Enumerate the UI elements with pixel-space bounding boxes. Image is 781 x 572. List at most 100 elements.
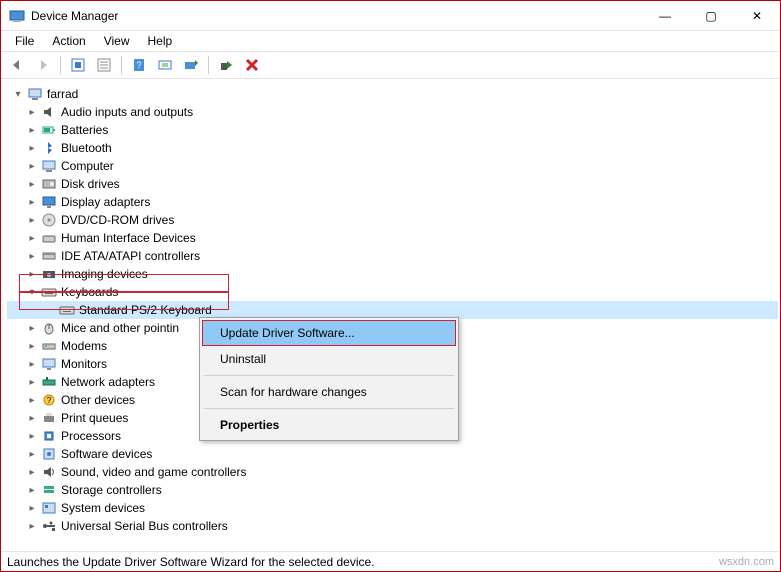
update-driver-icon[interactable]: [179, 53, 203, 77]
category-label: Print queues: [61, 411, 128, 425]
expand-icon[interactable]: ▸: [25, 431, 39, 442]
expand-icon[interactable]: ▸: [25, 395, 39, 406]
device-icon: [41, 194, 57, 210]
uninstall-icon[interactable]: [240, 53, 264, 77]
device-icon: [41, 320, 57, 336]
device-icon: [41, 338, 57, 354]
maximize-button[interactable]: ▢: [688, 1, 734, 31]
category-label: Human Interface Devices: [61, 231, 196, 245]
tree-category-imaging-devices[interactable]: ▸Imaging devices: [7, 265, 778, 283]
tree-category-system-devices[interactable]: ▸System devices: [7, 499, 778, 517]
context-menu: Update Driver Software... Uninstall Scan…: [199, 317, 459, 441]
expand-icon[interactable]: ▸: [25, 485, 39, 496]
svg-text:?: ?: [47, 396, 52, 405]
expand-icon[interactable]: ▸: [25, 269, 39, 280]
expand-icon[interactable]: ▸: [25, 161, 39, 172]
device-icon: [41, 122, 57, 138]
expand-icon[interactable]: ▸: [25, 107, 39, 118]
expand-icon[interactable]: ▸: [25, 143, 39, 154]
device-icon: [41, 266, 57, 282]
expand-icon[interactable]: ▸: [25, 179, 39, 190]
expand-icon[interactable]: ▸: [25, 359, 39, 370]
category-label: Other devices: [61, 393, 135, 407]
ctx-update-driver[interactable]: Update Driver Software...: [202, 320, 456, 346]
expand-icon[interactable]: ▸: [25, 377, 39, 388]
tree-category-batteries[interactable]: ▸Batteries: [7, 121, 778, 139]
category-label: Mice and other pointin: [61, 321, 179, 335]
device-icon: [41, 176, 57, 192]
tree-category-human-interface-devices[interactable]: ▸ Human Interface Devices: [7, 229, 778, 247]
ctx-scan[interactable]: Scan for hardware changes: [202, 379, 456, 405]
menu-file[interactable]: File: [7, 32, 42, 50]
device-icon: [41, 140, 57, 156]
expand-icon[interactable]: ▸: [25, 251, 39, 262]
expand-icon[interactable]: ▸: [25, 233, 39, 244]
tree-category-sound-video-and-game-controllers[interactable]: ▸ Sound, video and game controllers: [7, 463, 778, 481]
collapse-icon[interactable]: ▾: [11, 89, 25, 100]
category-label: Display adapters: [61, 195, 150, 209]
svg-text:?: ?: [136, 60, 141, 70]
tree-category-ide-ata-atapi-controllers[interactable]: ▸IDE ATA/ATAPI controllers: [7, 247, 778, 265]
enable-icon[interactable]: [214, 53, 238, 77]
category-label: Computer: [61, 159, 114, 173]
category-label: Sound, video and game controllers: [61, 465, 246, 479]
expand-icon[interactable]: ▸: [25, 341, 39, 352]
tree-category-bluetooth[interactable]: ▸Bluetooth: [7, 139, 778, 157]
expand-icon[interactable]: ▸: [25, 125, 39, 136]
expand-icon[interactable]: ▸: [25, 215, 39, 226]
category-label: Storage controllers: [61, 483, 162, 497]
properties-icon[interactable]: [92, 53, 116, 77]
tree-category-disk-drives[interactable]: ▸ Disk drives: [7, 175, 778, 193]
category-label: Modems: [61, 339, 107, 353]
tree-category-universal-serial-bus-controllers[interactable]: ▸ Universal Serial Bus controllers: [7, 517, 778, 535]
status-bar: Launches the Update Driver Software Wiza…: [1, 551, 780, 571]
tree-category-display-adapters[interactable]: ▸ Display adapters: [7, 193, 778, 211]
device-icon: [41, 464, 57, 480]
menu-view[interactable]: View: [96, 32, 138, 50]
tree-category-computer[interactable]: ▸ Computer: [7, 157, 778, 175]
expand-icon[interactable]: ▸: [25, 413, 39, 424]
device-icon: [41, 374, 57, 390]
show-hidden-icon[interactable]: [66, 53, 90, 77]
expand-icon[interactable]: ▸: [25, 449, 39, 460]
ctx-properties[interactable]: Properties: [202, 412, 456, 438]
category-label: Software devices: [61, 447, 152, 461]
help-icon[interactable]: ?: [127, 53, 151, 77]
expand-icon[interactable]: ▸: [25, 521, 39, 532]
tree-category-dvd-cd-rom-drives[interactable]: ▸DVD/CD-ROM drives: [7, 211, 778, 229]
back-button[interactable]: [5, 53, 29, 77]
expand-icon[interactable]: ▸: [25, 467, 39, 478]
close-button[interactable]: ✕: [734, 1, 780, 31]
menubar: File Action View Help: [1, 31, 780, 51]
forward-button[interactable]: [31, 53, 55, 77]
scan-icon[interactable]: [153, 53, 177, 77]
device-icon: [41, 518, 57, 534]
toolbar: ?: [1, 51, 780, 79]
device-tree[interactable]: ▾ farrad ▸Audio inputs and outputs▸Batte…: [3, 81, 778, 549]
tree-category-audio-inputs-and-outputs[interactable]: ▸Audio inputs and outputs: [7, 103, 778, 121]
category-label: Disk drives: [61, 177, 120, 191]
category-label: Processors: [61, 429, 121, 443]
watermark: wsxdn.com: [719, 556, 774, 568]
menu-action[interactable]: Action: [44, 32, 93, 50]
tree-root[interactable]: ▾ farrad: [7, 85, 778, 103]
expand-icon[interactable]: ▸: [25, 323, 39, 334]
device-icon: [41, 158, 57, 174]
tree-category-software-devices[interactable]: ▸ Software devices: [7, 445, 778, 463]
ctx-uninstall[interactable]: Uninstall: [202, 346, 456, 372]
minimize-button[interactable]: —: [642, 1, 688, 31]
ctx-separator: [204, 408, 454, 409]
category-label: Keyboards: [61, 285, 118, 299]
expand-icon[interactable]: ▸: [25, 503, 39, 514]
tree-category-storage-controllers[interactable]: ▸ Storage controllers: [7, 481, 778, 499]
category-label: Network adapters: [61, 375, 155, 389]
keyboard-icon: [59, 302, 75, 318]
tree-category-keyboards[interactable]: ▾ Keyboards: [7, 283, 778, 301]
menu-help[interactable]: Help: [140, 32, 181, 50]
expand-icon[interactable]: ▸: [25, 197, 39, 208]
device-icon: [41, 482, 57, 498]
category-label: Universal Serial Bus controllers: [61, 519, 228, 533]
category-label: Monitors: [61, 357, 107, 371]
expand-icon[interactable]: ▾: [25, 287, 39, 298]
status-text: Launches the Update Driver Software Wiza…: [7, 555, 375, 569]
